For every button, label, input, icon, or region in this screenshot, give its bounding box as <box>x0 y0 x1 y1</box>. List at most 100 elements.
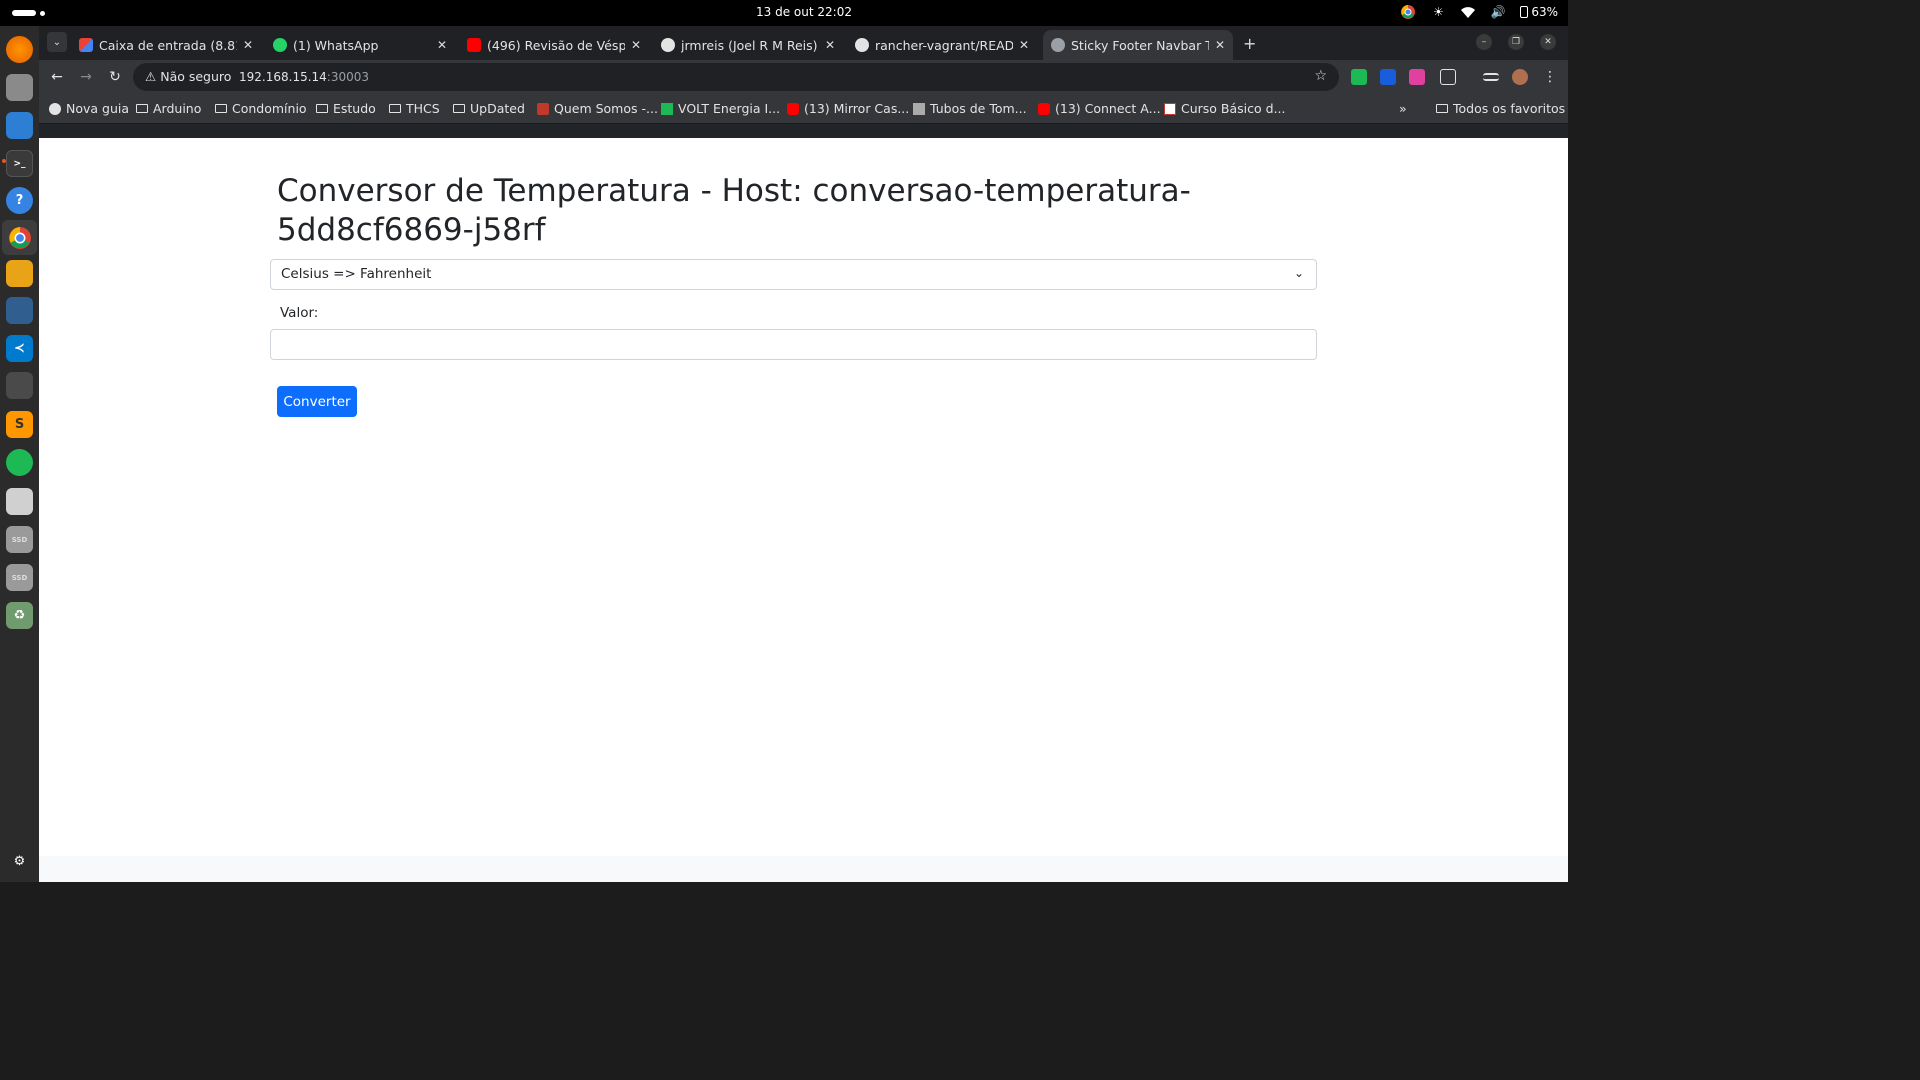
virtualbox-icon[interactable] <box>6 297 33 324</box>
files-icon[interactable] <box>6 74 33 101</box>
bookmark-tubos-de-tom[interactable]: Tubos de Tom... <box>913 101 1027 116</box>
system-top-bar: 13 de out 22:02 ☀ 🔊 63% <box>0 0 1568 26</box>
chrome-tray-icon[interactable] <box>1400 4 1416 20</box>
close-window-button[interactable]: ✕ <box>1540 34 1556 50</box>
firefox-icon[interactable] <box>6 36 33 63</box>
url-text[interactable]: 192.168.15.14:30003 <box>239 70 369 84</box>
bookmark-folder-estudo[interactable]: Estudo <box>316 101 376 116</box>
tab-github-profile[interactable]: jrmreis (Joel R M Reis) ✕ <box>653 30 843 60</box>
reload-button[interactable]: ↻ <box>107 69 123 85</box>
close-tab-icon[interactable]: ✕ <box>631 38 641 52</box>
bookmark-mirror-cas[interactable]: (13) Mirror Cas... <box>787 101 909 116</box>
value-input[interactable] <box>270 329 1317 360</box>
extension-pink-icon[interactable] <box>1409 69 1425 85</box>
chevron-down-icon: ⌄ <box>1293 266 1304 280</box>
youtube-icon <box>1038 102 1050 115</box>
close-tab-icon[interactable]: ✕ <box>1215 38 1225 52</box>
whatsapp-icon <box>273 38 287 52</box>
browser-menu-icon[interactable]: ⋮ <box>1542 69 1558 85</box>
tab-youtube[interactable]: (496) Revisão de Véspera ✕ <box>459 30 649 60</box>
site-icon <box>537 102 549 115</box>
github-icon <box>661 38 675 52</box>
spotify-icon[interactable] <box>6 449 33 476</box>
conversion-select-value: Celsius => Fahrenheit <box>281 266 432 282</box>
help-icon[interactable]: ? <box>6 187 33 214</box>
sublime-text-icon[interactable]: S <box>6 411 33 438</box>
page-navbar-dark <box>39 124 1568 138</box>
disk-ssd-icon[interactable]: SSD <box>6 526 33 553</box>
document-viewer-icon[interactable] <box>6 112 33 139</box>
chrome-icon <box>49 102 61 115</box>
bookmark-folder-condominio[interactable]: Condomínio <box>215 101 307 116</box>
system-tray[interactable]: ☀ 🔊 63% <box>1400 4 1558 20</box>
youtube-icon <box>467 38 481 52</box>
extensions-puzzle-icon[interactable] <box>1440 69 1456 85</box>
close-tab-icon[interactable]: ✕ <box>243 38 253 52</box>
terminal-icon[interactable]: >_ <box>6 150 33 177</box>
browser-toolbar: ← → ↻ ⚠ Não seguro 192.168.15.14:30003 ☆… <box>39 60 1568 94</box>
tab-gmail[interactable]: Caixa de entrada (8.819) ✕ <box>71 30 261 60</box>
close-tab-icon[interactable]: ✕ <box>437 38 447 52</box>
globe-icon <box>1051 38 1065 52</box>
address-bar[interactable]: ⚠ Não seguro 192.168.15.14:30003 ☆ <box>133 63 1339 91</box>
convert-button[interactable]: Converter <box>277 386 357 417</box>
bookmark-star-icon[interactable]: ☆ <box>1314 68 1327 84</box>
tab-whatsapp[interactable]: (1) WhatsApp ✕ <box>265 30 455 60</box>
page-title: Conversor de Temperatura - Host: convers… <box>277 173 1191 248</box>
bookmark-folder-arduino[interactable]: Arduino <box>136 101 201 116</box>
site-icon <box>1164 102 1176 115</box>
tab-strip: ⌄ Caixa de entrada (8.819) ✕ (1) WhatsAp… <box>39 26 1568 60</box>
gmail-icon <box>79 38 93 52</box>
brightness-icon: ☀ <box>1432 5 1444 19</box>
bookmark-folder-updated[interactable]: UpDated <box>453 101 525 116</box>
site-icon <box>913 102 925 115</box>
page-content: Conversor de Temperatura - Host: convers… <box>39 138 1568 882</box>
folder-icon <box>453 104 465 113</box>
browser-window: ⌄ Caixa de entrada (8.819) ✕ (1) WhatsAp… <box>39 26 1568 882</box>
security-indicator[interactable]: ⚠ Não seguro <box>145 69 231 84</box>
system-clock[interactable]: 13 de out 22:02 <box>0 5 1608 19</box>
battery-percentage: 63% <box>1531 5 1558 19</box>
wifi-icon <box>1460 4 1476 20</box>
close-tab-icon[interactable]: ✕ <box>825 38 835 52</box>
youtube-icon <box>787 102 799 115</box>
back-button[interactable]: ← <box>49 69 65 85</box>
bookmark-folder-thcs[interactable]: THCS <box>389 101 440 116</box>
trash-icon[interactable]: ♻ <box>6 602 33 629</box>
tab-active-page[interactable]: Sticky Footer Navbar Tem ✕ <box>1043 30 1233 60</box>
bookmark-curso-basico[interactable]: Curso Básico d... <box>1164 101 1286 116</box>
profile-avatar[interactable] <box>1512 69 1528 85</box>
text-editor-icon[interactable] <box>6 488 33 515</box>
warning-icon: ⚠ <box>145 69 157 84</box>
chrome-icon[interactable] <box>2 220 37 255</box>
bookmarks-bar: Nova guia Arduino Condomínio Estudo THCS… <box>39 94 1568 124</box>
close-tab-icon[interactable]: ✕ <box>1019 38 1029 52</box>
battery-icon <box>1520 6 1529 18</box>
folder-icon <box>215 104 227 113</box>
new-tab-button[interactable]: + <box>1243 34 1256 53</box>
media-controls-icon[interactable] <box>1483 73 1499 81</box>
vscode-icon[interactable]: ≺ <box>6 335 33 362</box>
extension-green-icon[interactable] <box>1351 69 1367 85</box>
tab-github-readme[interactable]: rancher-vagrant/README ✕ <box>847 30 1037 60</box>
bookmark-quem-somos[interactable]: Quem Somos -... <box>537 101 658 116</box>
disk-ssd-2-icon[interactable]: SSD <box>6 564 33 591</box>
conversion-select[interactable]: Celsius => Fahrenheit ⌄ <box>270 259 1317 290</box>
tab-search-icon[interactable]: ⌄ <box>47 32 67 52</box>
bookmark-connect-a[interactable]: (13) Connect A... <box>1038 101 1161 116</box>
extension-bitwarden-icon[interactable] <box>1380 69 1396 85</box>
bookmarks-overflow-button[interactable]: » <box>1399 101 1407 116</box>
system-monitor-icon[interactable] <box>6 372 33 399</box>
all-bookmarks-folder[interactable]: Todos os favoritos <box>1436 101 1565 116</box>
value-label: Valor: <box>280 305 319 321</box>
show-apps-icon[interactable]: ⚙ <box>6 848 33 875</box>
github-icon <box>855 38 869 52</box>
bookmark-nova-guia[interactable]: Nova guia <box>49 101 129 116</box>
folder-icon <box>1436 104 1448 113</box>
minimize-button[interactable]: – <box>1476 34 1492 50</box>
forward-button[interactable]: → <box>78 69 94 85</box>
bookmark-volt-energia[interactable]: VOLT Energia I... <box>661 101 780 116</box>
puzzle-app-icon[interactable] <box>6 260 33 287</box>
dock: >_ ? ≺ S SSD SSD ♻ ⚙ <box>0 26 39 882</box>
restore-button[interactable]: ❐ <box>1508 34 1524 50</box>
